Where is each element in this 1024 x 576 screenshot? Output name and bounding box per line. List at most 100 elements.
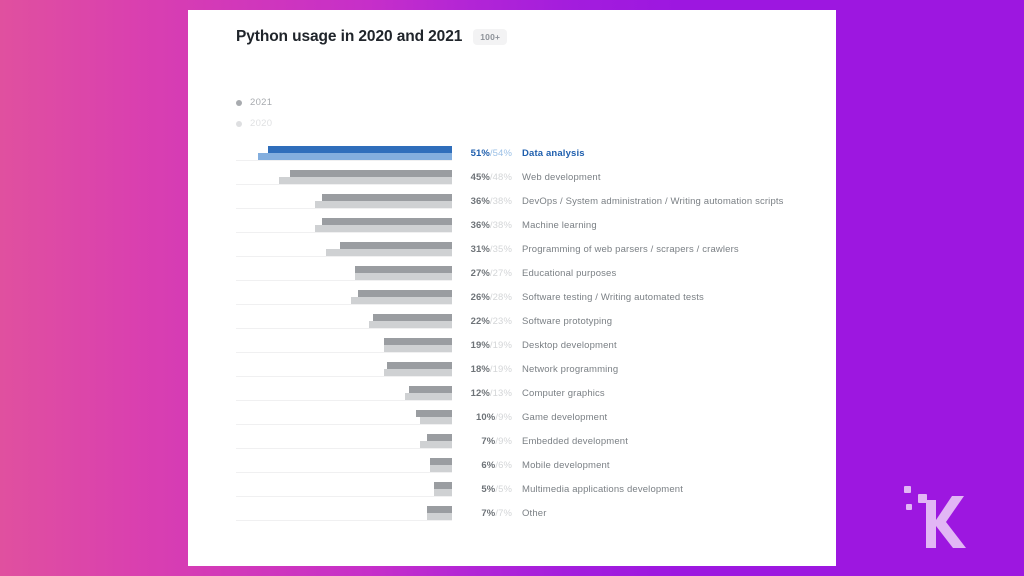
row-baseline xyxy=(236,400,452,401)
row-values: 45%/48% xyxy=(460,167,512,191)
row-plot-area xyxy=(236,143,452,167)
bar-2020 xyxy=(434,489,452,496)
row-values: 12%/13% xyxy=(460,383,512,407)
bar-2020 xyxy=(405,393,452,400)
row-baseline xyxy=(236,520,452,521)
row-values: 18%/19% xyxy=(460,359,512,383)
legend-dot-icon xyxy=(236,99,242,106)
card-header: Python usage in 2020 and 2021 100+ xyxy=(236,28,508,46)
value-2021: 7% xyxy=(481,436,496,447)
bar-2020 xyxy=(279,177,452,184)
bar-2021 xyxy=(430,458,452,465)
row-baseline xyxy=(236,472,452,473)
row-plot-area xyxy=(236,191,452,215)
row-baseline xyxy=(236,184,452,185)
value-2020: 9% xyxy=(498,412,512,423)
row-baseline xyxy=(236,376,452,377)
category-label: Machine learning xyxy=(522,220,597,231)
row-values: 51%/54% xyxy=(460,143,512,167)
row-values: 19%/19% xyxy=(460,335,512,359)
category-label: Software testing / Writing automated tes… xyxy=(522,292,704,303)
bar-2021 xyxy=(426,506,452,513)
row-plot-area xyxy=(236,479,452,503)
bar-2020 xyxy=(315,225,452,232)
table-row[interactable]: 36%/38% DevOps / System administration / … xyxy=(236,191,811,215)
bar-2021 xyxy=(290,170,452,177)
bar-2020 xyxy=(430,465,452,472)
value-2020: 13% xyxy=(492,388,512,399)
value-2021: 18% xyxy=(470,364,490,375)
table-row[interactable]: 19%/19% Desktop development xyxy=(236,335,811,359)
row-values: 10%/9% xyxy=(460,407,512,431)
value-2020: 7% xyxy=(498,508,512,519)
table-row[interactable]: 5%/5% Multimedia applications development xyxy=(236,479,811,503)
table-row[interactable]: 7%/9% Embedded development xyxy=(236,431,811,455)
row-values: 31%/35% xyxy=(460,239,512,263)
bar-2021 xyxy=(372,314,452,321)
category-label: Computer graphics xyxy=(522,388,605,399)
value-2021: 27% xyxy=(470,268,490,279)
bar-2020 xyxy=(354,273,452,280)
value-2021: 10% xyxy=(475,412,496,423)
category-label: DevOps / System administration / Writing… xyxy=(522,196,784,207)
value-2021: 51% xyxy=(470,148,490,159)
row-plot-area xyxy=(236,503,452,527)
category-label: Educational purposes xyxy=(522,268,617,279)
table-row[interactable]: 18%/19% Network programming xyxy=(236,359,811,383)
knowtechie-k-logo xyxy=(896,470,980,554)
row-plot-area xyxy=(236,287,452,311)
table-row[interactable]: 27%/27% Educational purposes xyxy=(236,263,811,287)
value-2020: 6% xyxy=(498,460,512,471)
category-label: Game development xyxy=(522,412,608,423)
bar-2020 xyxy=(419,441,452,448)
bar-2021 xyxy=(408,386,452,393)
legend-item-2021[interactable]: 2021 xyxy=(236,92,272,113)
row-baseline xyxy=(236,280,452,281)
row-plot-area xyxy=(236,215,452,239)
value-2021: 45% xyxy=(470,172,490,183)
table-row[interactable]: 31%/35% Programming of web parsers / scra… xyxy=(236,239,811,263)
table-row[interactable]: 12%/13% Computer graphics xyxy=(236,383,811,407)
row-plot-area xyxy=(236,407,452,431)
value-2021: 36% xyxy=(470,196,490,207)
category-label: Software prototyping xyxy=(522,316,613,327)
category-label: Web development xyxy=(522,172,601,183)
category-label: Multimedia applications development xyxy=(522,484,684,495)
row-plot-area xyxy=(236,263,452,287)
value-2020: 9% xyxy=(498,436,512,447)
table-row[interactable]: 22%/23% Software prototyping xyxy=(236,311,811,335)
value-2021: 22% xyxy=(470,316,490,327)
legend-label: 2021 xyxy=(250,97,273,108)
value-2020: 27% xyxy=(492,268,512,279)
value-2020: 28% xyxy=(492,292,512,303)
value-2020: 38% xyxy=(492,220,512,231)
row-plot-area xyxy=(236,239,452,263)
table-row[interactable]: 7%/7% Other xyxy=(236,503,811,527)
row-baseline xyxy=(236,328,452,329)
table-row[interactable]: 36%/38% Machine learning xyxy=(236,215,811,239)
table-row[interactable]: 45%/48% Web development xyxy=(236,167,811,191)
row-baseline xyxy=(236,160,452,161)
table-row[interactable]: 51%/54% Data analysis xyxy=(236,143,811,167)
row-baseline xyxy=(236,424,452,425)
table-row[interactable]: 6%/6% Mobile development xyxy=(236,455,811,479)
row-values: 36%/38% xyxy=(460,191,512,215)
page-title: Python usage in 2020 and 2021 xyxy=(236,28,463,45)
value-2020: 38% xyxy=(492,196,512,207)
bar-2021 xyxy=(322,194,452,201)
row-values: 6%/6% xyxy=(460,455,512,479)
value-2021: 36% xyxy=(470,220,490,231)
bar-2021 xyxy=(416,410,452,417)
table-row[interactable]: 10%/9% Game development xyxy=(236,407,811,431)
legend-item-2020[interactable]: 2020 xyxy=(236,113,272,134)
row-baseline xyxy=(236,448,452,449)
table-row[interactable]: 26%/28% Software testing / Writing automa… xyxy=(236,287,811,311)
value-2021: 19% xyxy=(470,340,490,351)
category-label: Mobile development xyxy=(522,460,610,471)
bar-2021 xyxy=(340,242,452,249)
row-plot-area xyxy=(236,383,452,407)
bar-2020 xyxy=(419,417,452,424)
bar-2020 xyxy=(315,201,452,208)
bar-2020 xyxy=(426,513,452,520)
value-2021: 7% xyxy=(481,508,496,519)
